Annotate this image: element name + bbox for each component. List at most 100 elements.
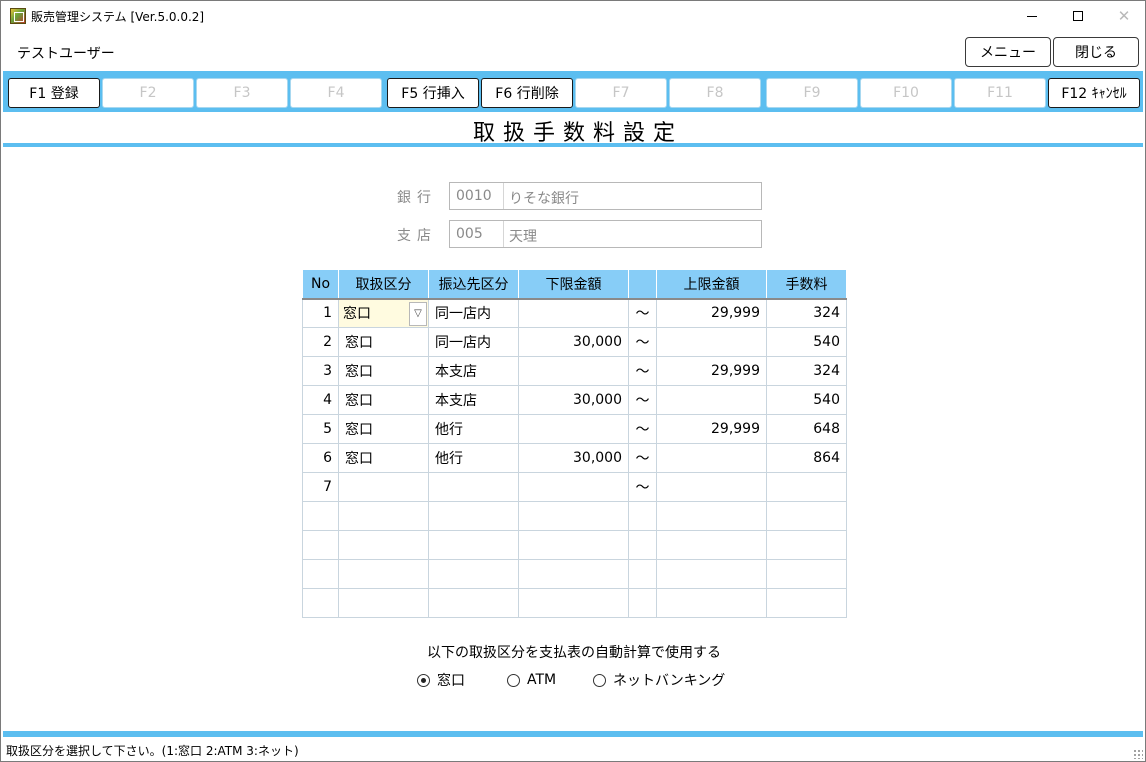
f8-button[interactable]: F8 [669,78,761,108]
cell-upper[interactable] [656,530,767,560]
cell-upper[interactable] [656,443,767,473]
cell-dest[interactable]: 同一店内 [428,298,519,328]
radio-checked-icon[interactable] [417,673,430,687]
cell-kind[interactable] [338,501,429,531]
cell-lower[interactable] [518,559,629,589]
branch-code: 005 [450,221,504,247]
cell-fee[interactable] [766,588,847,618]
radio-net-banking[interactable]: ネットバンキング [593,670,725,690]
cell-dest[interactable] [428,588,519,618]
cell-kind[interactable]: 窓口 [338,327,429,357]
cell-upper[interactable] [656,327,767,357]
cell-dest[interactable]: 本支店 [428,385,519,415]
cell-no [302,588,339,618]
cell-dest[interactable] [428,472,519,502]
cell-kind[interactable]: 窓口 [338,385,429,415]
cell-fee[interactable]: 324 [766,298,847,328]
cell-fee[interactable]: 540 [766,385,847,415]
cell-fee[interactable]: 648 [766,414,847,444]
cell-dest[interactable] [428,501,519,531]
cell-kind[interactable] [338,530,429,560]
cell-upper[interactable]: 29,999 [656,356,767,386]
cell-no: 7 [302,472,339,502]
cell-dest[interactable] [428,530,519,560]
cell-fee[interactable]: 540 [766,327,847,357]
table-row[interactable] [302,530,847,560]
cell-upper[interactable] [656,385,767,415]
table-row[interactable]: 3 窓口 本支店 ～ 29,999 324 [302,356,847,386]
table-row[interactable] [302,588,847,618]
cell-kind[interactable] [338,472,429,502]
radio-label: ATM [527,672,557,688]
cell-upper[interactable] [656,588,767,618]
table-row[interactable]: 7 ～ [302,472,847,502]
f6-delete-row-button[interactable]: F6 行削除 [481,78,573,108]
cell-lower[interactable]: 30,000 [518,385,629,415]
maximize-button[interactable] [1055,1,1101,31]
cell-fee[interactable]: 324 [766,356,847,386]
cell-fee[interactable]: 864 [766,443,847,473]
cell-kind[interactable] [338,559,429,589]
table-row[interactable]: 6 窓口 他行 30,000 ～ 864 [302,443,847,473]
f7-button[interactable]: F7 [575,78,667,108]
cell-kind[interactable] [338,588,429,618]
cell-fee[interactable] [766,472,847,502]
kind-combo[interactable]: 窓口 ▽ [338,298,429,328]
f12-cancel-button[interactable]: F12 ｷｬﾝｾﾙ [1048,78,1140,108]
table-row[interactable] [302,559,847,589]
cell-fee[interactable] [766,530,847,560]
minimize-button[interactable] [1009,1,1055,31]
cell-lower[interactable] [518,356,629,386]
cell-no: 1 [302,298,339,328]
radio-atm[interactable]: ATM [507,670,556,690]
radio-unchecked-icon[interactable] [593,673,606,687]
radio-unchecked-icon[interactable] [507,673,520,687]
cell-upper[interactable] [656,559,767,589]
cell-kind[interactable]: 窓口 [338,414,429,444]
cell-kind[interactable]: 窓口 [338,443,429,473]
col-header-tilde [628,269,657,300]
cell-upper[interactable]: 29,999 [656,298,767,328]
f10-button[interactable]: F10 [860,78,952,108]
f2-button[interactable]: F2 [102,78,194,108]
cell-lower[interactable] [518,588,629,618]
cell-lower[interactable] [518,501,629,531]
f4-button[interactable]: F4 [290,78,382,108]
cell-dest[interactable]: 他行 [428,414,519,444]
cell-lower[interactable] [518,530,629,560]
cell-lower[interactable] [518,414,629,444]
table-row[interactable] [302,501,847,531]
cell-lower[interactable]: 30,000 [518,443,629,473]
radio-madoguchi[interactable]: 窓口 [417,670,465,690]
resize-grip-icon[interactable] [1133,749,1143,759]
chevron-down-icon[interactable]: ▽ [409,301,427,326]
cell-dest[interactable]: 同一店内 [428,327,519,357]
f5-insert-row-button[interactable]: F5 行挿入 [387,78,479,108]
f9-button[interactable]: F9 [766,78,858,108]
maximize-icon [1073,11,1083,21]
f3-button[interactable]: F3 [196,78,288,108]
f11-button[interactable]: F11 [954,78,1046,108]
cell-fee[interactable] [766,559,847,589]
cell-lower[interactable] [518,472,629,502]
cell-dest[interactable]: 他行 [428,443,519,473]
menu-button[interactable]: メニュー [965,37,1051,67]
cell-tilde: ～ [628,443,657,473]
cell-fee[interactable] [766,501,847,531]
close-app-button[interactable]: 閉じる [1053,37,1139,67]
table-row[interactable]: 2 窓口 同一店内 30,000 ～ 540 [302,327,847,357]
cell-kind[interactable]: 窓口 [338,356,429,386]
cell-upper[interactable]: 29,999 [656,414,767,444]
cell-lower[interactable]: 30,000 [518,327,629,357]
cell-lower[interactable] [518,298,629,328]
cell-upper[interactable] [656,501,767,531]
cell-upper[interactable] [656,472,767,502]
cell-no: 4 [302,385,339,415]
cell-dest[interactable]: 本支店 [428,356,519,386]
f1-register-button[interactable]: F1 登録 [8,78,100,108]
cell-dest[interactable] [428,559,519,589]
window-close-button[interactable]: ✕ [1101,1,1146,31]
table-row[interactable]: 1 窓口 ▽ 同一店内 ～ 29,999 324 [302,298,847,328]
table-row[interactable]: 4 窓口 本支店 30,000 ～ 540 [302,385,847,415]
table-row[interactable]: 5 窓口 他行 ～ 29,999 648 [302,414,847,444]
